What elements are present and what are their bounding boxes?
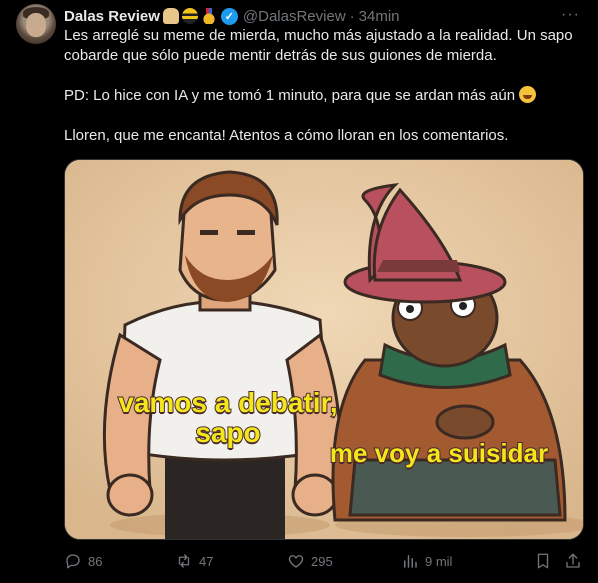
reply-button[interactable]: 86 xyxy=(64,552,102,570)
laughing-emoji-icon xyxy=(519,86,537,103)
tweet-paragraph-3: Lloren, que me encanta! Atentos a cómo l… xyxy=(64,127,509,144)
share-icon xyxy=(566,553,580,568)
author-handle[interactable]: @DalasReview xyxy=(243,8,346,25)
tweet-header: Dalas Review ✓ @DalasReview · 34min xyxy=(64,6,400,26)
bee-emoji-icon xyxy=(181,8,198,24)
meme-caption-right: me voy a suisidar xyxy=(329,437,549,469)
repost-icon xyxy=(178,554,190,568)
heart-icon xyxy=(288,555,304,568)
reply-icon xyxy=(66,554,80,569)
separator-dot: · xyxy=(349,7,355,25)
views-button[interactable]: 9 mil xyxy=(401,552,452,570)
avatar[interactable] xyxy=(16,4,56,44)
tweet-text: Les arreglé su meme de mierda, mucho más… xyxy=(64,26,584,146)
tweet-paragraph-2-text: PD: Lo hice con IA y me tomó 1 minuto, p… xyxy=(64,87,520,104)
bread-emoji-icon xyxy=(162,8,179,24)
tweet[interactable]: Dalas Review ✓ @DalasReview · 34min ··· … xyxy=(0,0,598,583)
bar-chart-icon xyxy=(404,555,417,568)
tweet-actions: 86 47 295 9 mil xyxy=(64,550,584,572)
bookmark-icon xyxy=(537,553,549,569)
tweet-paragraph-2: PD: Lo hice con IA y me tomó 1 minuto, p… xyxy=(64,86,584,106)
avatar-face xyxy=(26,13,46,37)
share-button[interactable] xyxy=(564,552,582,570)
meme-image[interactable]: vamos a debatir, sapo me voy a suisidar xyxy=(64,159,584,540)
timestamp[interactable]: 34min xyxy=(359,8,400,25)
bookmark-button[interactable] xyxy=(534,552,552,570)
medal-emoji-icon xyxy=(200,8,217,24)
repost-button[interactable]: 47 xyxy=(175,552,213,570)
verified-badge-icon[interactable]: ✓ xyxy=(220,7,238,25)
views-count: 9 mil xyxy=(425,553,453,569)
author-name[interactable]: Dalas Review xyxy=(64,8,160,25)
tweet-paragraph-1: Les arreglé su meme de mierda, mucho más… xyxy=(64,27,577,64)
repost-count: 47 xyxy=(199,553,214,569)
like-count: 295 xyxy=(311,553,333,569)
more-options-icon[interactable]: ··· xyxy=(561,6,580,24)
meme-illustration xyxy=(65,160,583,539)
like-button[interactable]: 295 xyxy=(287,552,333,570)
reply-count: 86 xyxy=(88,553,103,569)
